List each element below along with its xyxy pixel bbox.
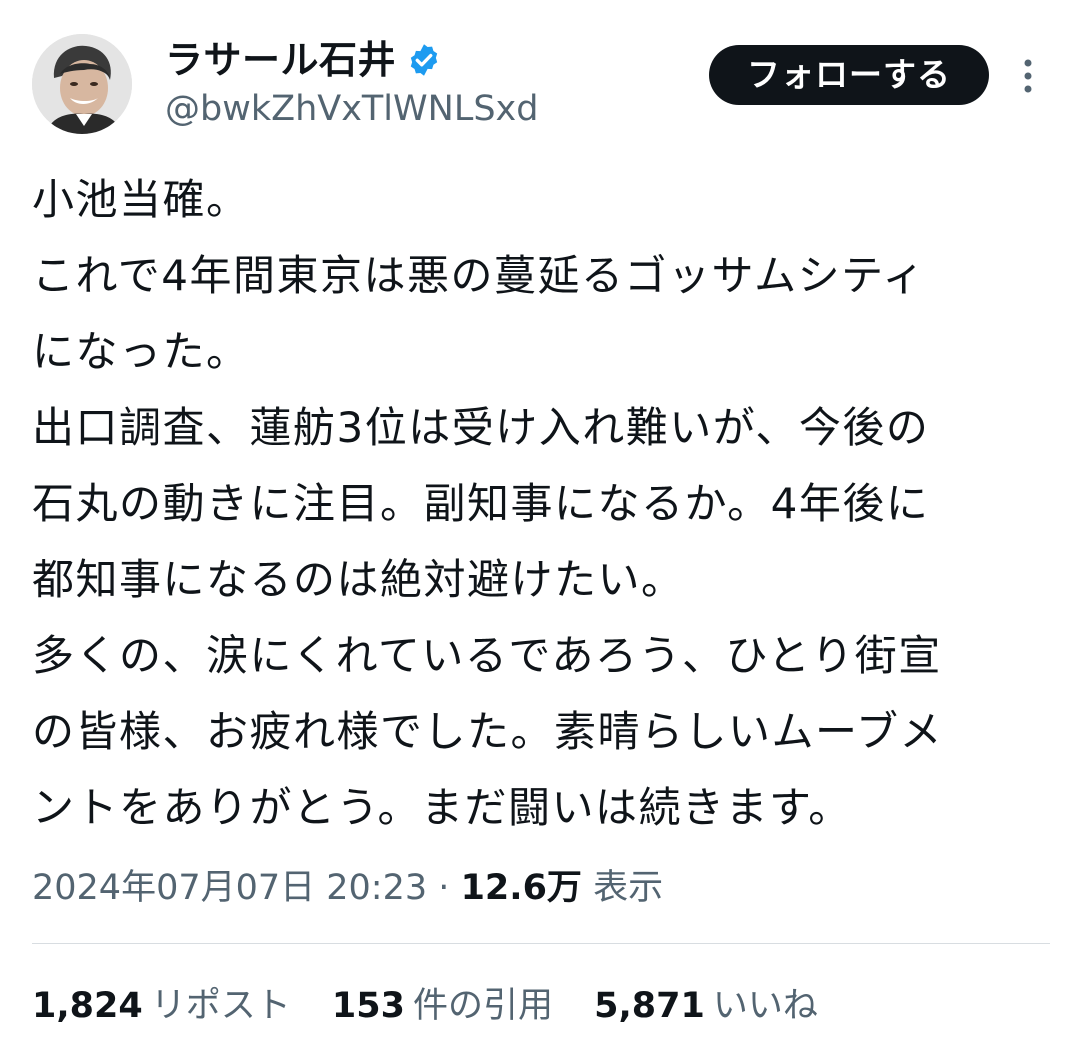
tweet-line: になった。 (32, 327, 250, 376)
more-options-icon[interactable] (1016, 56, 1040, 96)
quotes-label: 件の引用 (412, 986, 553, 1026)
reposts-label: リポスト (150, 986, 291, 1026)
tweet-line: 出口調査、蓮舫3位は受け入れ難いが、今後の (32, 403, 930, 452)
tweet-line: 小池当確。 (32, 175, 250, 224)
tweet-meta: 2024年07月07日 20:23 · 12.6万 表示 (32, 858, 663, 918)
tweet-line: 多くの、涙にくれているであろう、ひとり街宣 (32, 631, 942, 680)
tweet-line: の皆様、お疲れ様でした。素晴らしいムーブメ (32, 707, 943, 756)
meta-separator: · (438, 868, 450, 908)
tweet-line: ントをありがとう。まだ闘いは続きます。 (32, 783, 852, 832)
quotes-count: 153 (331, 986, 405, 1026)
likes-label: いいね (712, 986, 818, 1026)
reposts-stat[interactable]: 1,824 リポスト (32, 976, 291, 1036)
follow-button[interactable]: フォローする (709, 45, 989, 105)
display-name[interactable]: ラサール石井 (165, 34, 396, 86)
quotes-stat[interactable]: 153 件の引用 (332, 976, 553, 1036)
tweet-line: これで4年間東京は悪の蔓延るゴッサムシティ (32, 251, 926, 300)
avatar-photo (32, 34, 132, 134)
tweet-line: 都知事になるのは絶対避けたい。 (32, 555, 685, 604)
tweet-header: ラサール石井 @bwkZhVxTlWNLSxd フォローする (0, 0, 1080, 150)
tweet-text: 小池当確。 これで4年間東京は悪の蔓延るゴッサムシティ になった。 出口調査、蓮… (32, 162, 1052, 846)
avatar[interactable] (32, 34, 132, 134)
likes-stat[interactable]: 5,871 いいね (594, 976, 818, 1036)
views-label: 表示 (593, 868, 664, 908)
verified-badge-icon (406, 42, 442, 78)
engagement-stats: 1,824 リポスト 153 件の引用 5,871 いいね (32, 976, 848, 1036)
likes-count: 5,871 (594, 986, 705, 1026)
views-count: 12.6万 (460, 868, 582, 908)
timestamp[interactable]: 2024年07月07日 20:23 (32, 868, 427, 908)
reposts-count: 1,824 (32, 986, 143, 1026)
name-row: ラサール石井 (165, 34, 442, 86)
divider (32, 943, 1050, 944)
user-handle[interactable]: @bwkZhVxTlWNLSxd (165, 86, 538, 132)
tweet-line: 石丸の動きに注目。副知事になるか。4年後に (32, 479, 930, 528)
